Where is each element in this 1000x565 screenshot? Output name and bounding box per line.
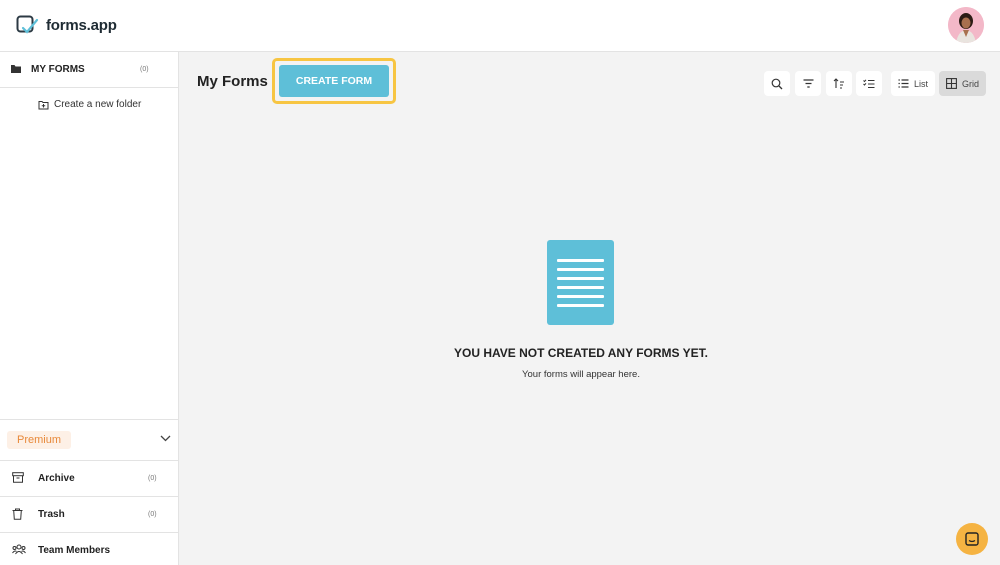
create-folder-button[interactable]: Create a new folder	[38, 99, 141, 110]
page-title: My Forms	[197, 73, 268, 90]
select-button[interactable]	[856, 71, 882, 96]
trash-count: (0)	[148, 511, 157, 518]
grid-view-button[interactable]: Grid	[939, 71, 986, 96]
sidebar-item-label: Team Members	[38, 545, 111, 556]
filter-icon	[803, 79, 813, 88]
list-view-label: List	[913, 78, 928, 89]
sidebar-item-label: Archive	[38, 473, 75, 484]
empty-document-icon	[547, 240, 614, 325]
avatar-image	[948, 7, 984, 43]
top-header: forms.app	[0, 0, 1000, 52]
chat-icon	[965, 532, 979, 546]
sidebar-item-label: Trash	[38, 509, 65, 520]
filter-button[interactable]	[795, 71, 821, 96]
chevron-down-icon[interactable]	[160, 435, 171, 442]
team-icon	[12, 544, 26, 555]
sidebar-item-my-forms[interactable]: MY FORMS (0)	[0, 52, 178, 88]
sort-button[interactable]	[826, 71, 852, 96]
list-view-button[interactable]: List	[891, 71, 935, 96]
grid-view-label: Grid	[961, 78, 979, 89]
trash-icon	[12, 508, 23, 520]
list-icon	[898, 79, 909, 88]
chat-button[interactable]	[956, 523, 988, 555]
premium-badge: Premium	[7, 431, 72, 449]
empty-state-title: YOU HAVE NOT CREATED ANY FORMS YET.	[453, 346, 709, 360]
empty-state-subtitle: Your forms will appear here.	[522, 369, 640, 380]
create-form-button[interactable]: CREATE FORM	[279, 65, 389, 97]
create-form-highlight: CREATE FORM	[272, 58, 396, 104]
create-folder-label: Create a new folder	[54, 99, 142, 110]
logo-icon	[16, 15, 39, 34]
sidebar-item-trash[interactable]: Trash (0)	[0, 497, 178, 533]
sort-icon	[833, 78, 844, 89]
sidebar: MY FORMS (0) Create a new folder Premium…	[0, 52, 179, 565]
logo-text: forms.app	[46, 16, 117, 34]
archive-count: (0)	[148, 475, 157, 482]
checklist-icon	[863, 78, 875, 88]
archive-icon	[12, 472, 24, 483]
logo[interactable]: forms.app	[16, 14, 117, 36]
form-count: (0)	[140, 66, 149, 73]
avatar[interactable]	[948, 7, 984, 43]
search-button[interactable]	[764, 71, 790, 96]
search-icon	[771, 78, 783, 89]
premium-section[interactable]: Premium	[0, 419, 178, 461]
folder-icon	[11, 65, 21, 73]
sidebar-item-team-members[interactable]: Team Members	[0, 533, 178, 565]
sidebar-item-label: MY FORMS	[31, 64, 85, 75]
add-folder-icon	[38, 100, 49, 109]
grid-icon	[946, 78, 957, 89]
sidebar-item-archive[interactable]: Archive (0)	[0, 461, 178, 497]
